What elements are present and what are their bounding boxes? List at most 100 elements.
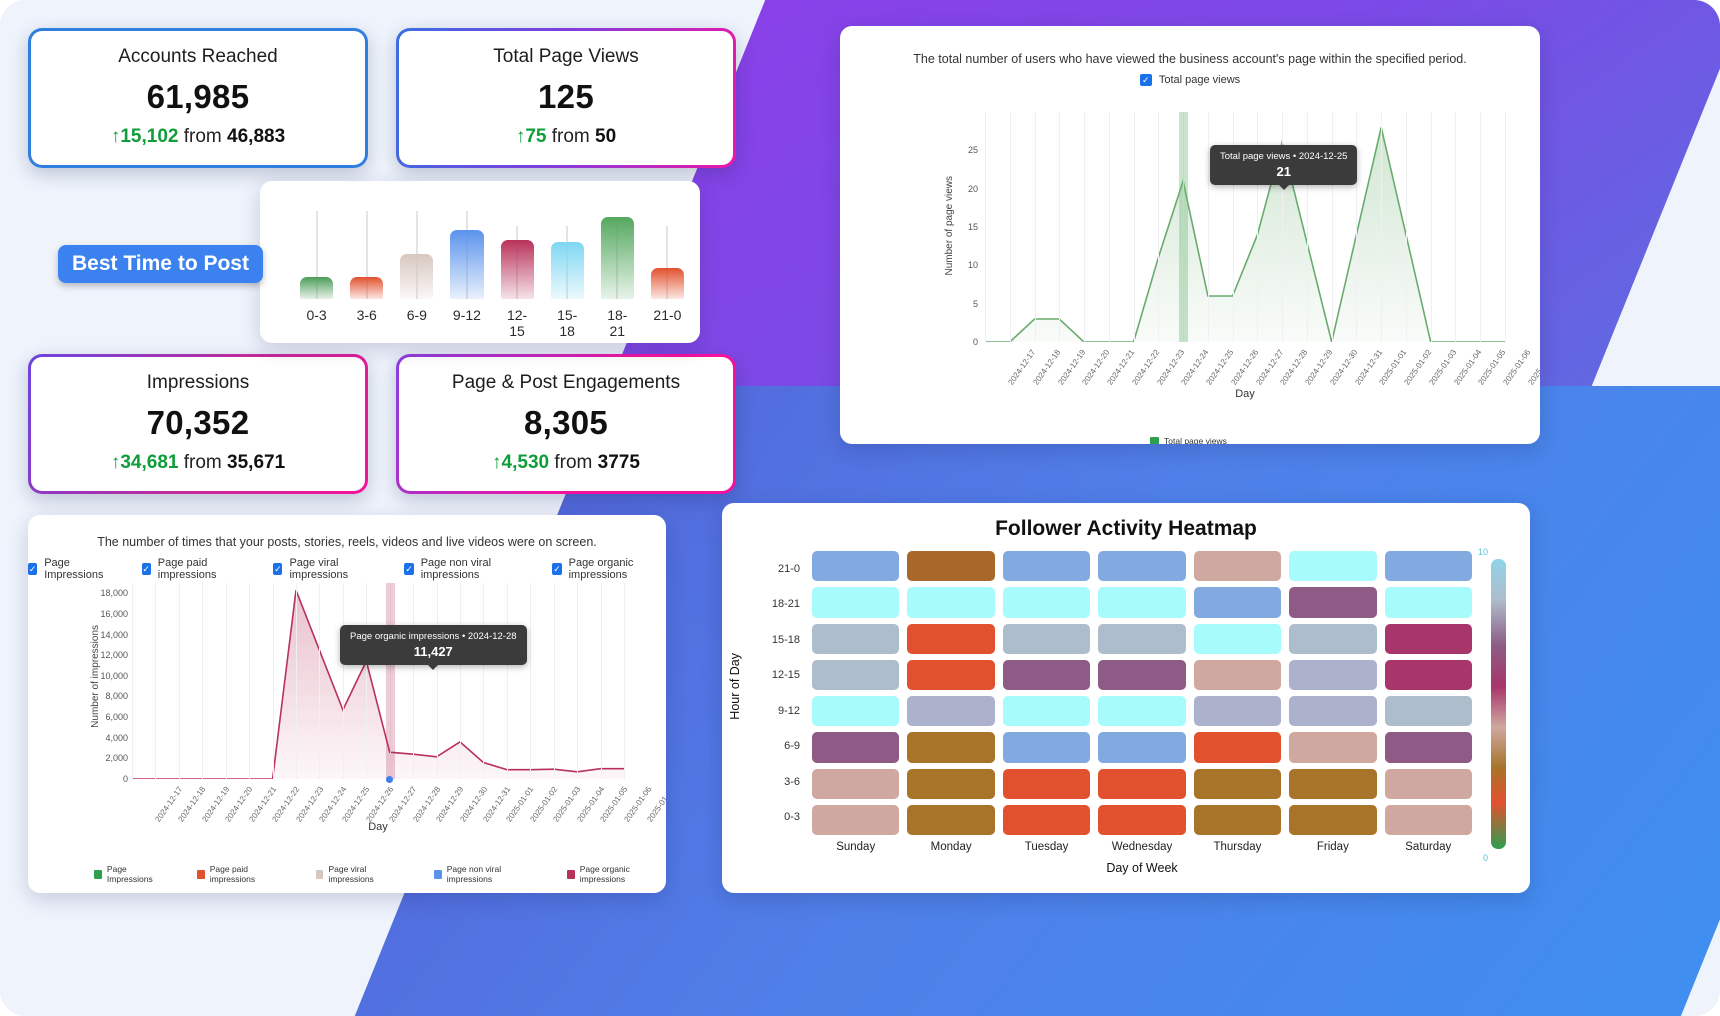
heatmap-cell[interactable] [1289,696,1377,727]
heatmap-cell[interactable] [812,768,900,799]
best-time-bar-column[interactable] [300,197,334,299]
heatmap-cell[interactable] [1098,587,1186,618]
checkbox-checked-icon[interactable]: ✓ [1139,74,1152,86]
legend-item[interactable]: Total page views [1150,436,1227,444]
heatmap-cell[interactable] [1384,623,1472,654]
best-time-bar[interactable] [600,217,634,299]
heatmap-cell[interactable] [1002,696,1091,727]
heatmap-row-label: 12-15 [771,669,800,682]
best-time-bar[interactable] [450,229,484,299]
best-time-bar[interactable] [650,268,684,299]
heatmap-cell[interactable] [1193,659,1282,690]
heatmap-cell[interactable] [1098,732,1186,763]
heatmap-cell[interactable] [812,623,900,654]
kpi-card-accounts-reached[interactable]: Accounts Reached 61,985 ↑15,102 from 46,… [28,28,368,168]
best-time-bar-column[interactable] [650,197,684,299]
heatmap-cell[interactable] [812,804,900,835]
heatmap-cell[interactable] [907,587,995,618]
checkbox-checked-icon[interactable]: ✓ [404,563,414,575]
heatmap-cell[interactable] [1384,551,1472,582]
best-time-bar[interactable] [500,239,534,299]
heatmap-cell[interactable] [1289,768,1377,799]
best-time-bar[interactable] [350,276,384,299]
impressions-checkbox[interactable]: ✓ Page paid impressions [141,557,244,581]
heatmap-cell[interactable] [907,551,995,582]
best-time-bar[interactable] [300,276,334,299]
heatmap-cell[interactable] [1289,623,1377,654]
heatmap-cell[interactable] [1002,587,1091,618]
heatmap-cell[interactable] [1098,804,1186,835]
trend-up-icon: ↑ [110,452,121,473]
best-time-bar-column[interactable] [500,197,534,299]
heatmap-cell[interactable] [1193,587,1282,618]
heatmap-cell[interactable] [812,659,900,690]
heatmap-cell[interactable] [1002,623,1091,654]
impressions-checkbox[interactable]: ✓ Page Impressions [28,557,112,581]
heatmap-cell[interactable] [1193,732,1282,763]
heatmap-cell[interactable] [1098,768,1186,799]
heatmap-cell[interactable] [1098,623,1186,654]
heatmap-cell[interactable] [812,732,900,763]
heatmap-cell[interactable] [1098,696,1186,727]
tooltip-head: Page organic impressions • 2024-12-28 [350,631,517,642]
heatmap-cell[interactable] [1384,732,1472,763]
heatmap-cell[interactable] [1002,659,1091,690]
heatmap-cell[interactable] [1384,804,1472,835]
heatmap-cell[interactable] [1384,696,1472,727]
heatmap-cell[interactable] [812,551,900,582]
kpi-card-page-post-engagements[interactable]: Page & Post Engagements 8,305 ↑4,530 fro… [396,354,736,494]
heatmap-cell[interactable] [907,659,995,690]
heatmap-cell[interactable] [907,804,995,835]
heatmap-cell[interactable] [1098,659,1186,690]
legend-item[interactable]: Page paid impressions [196,864,286,884]
heatmap-cell[interactable] [907,623,995,654]
best-time-bar-column[interactable] [450,197,484,299]
heatmap-cell[interactable] [1193,623,1282,654]
best-time-bar-column[interactable] [350,197,384,299]
heatmap-cell[interactable] [1002,732,1091,763]
best-time-bar-column[interactable] [600,197,634,299]
kpi-card-total-page-views[interactable]: Total Page Views 125 ↑75 from 50 [396,28,736,168]
legend-item[interactable]: Page viral impressions [315,864,404,884]
best-time-bars [300,197,684,299]
heatmap-cell[interactable] [907,696,995,727]
heatmap-cell[interactable] [907,732,995,763]
heatmap-cell[interactable] [1289,659,1377,690]
best-time-bar[interactable] [550,241,584,299]
best-time-bar-column[interactable] [400,197,434,299]
checkbox-checked-icon[interactable]: ✓ [273,563,283,575]
heatmap-cell[interactable] [1289,732,1377,763]
heatmap-cell[interactable] [907,768,995,799]
legend-item[interactable]: Page organic impressions [566,864,666,884]
checkbox-checked-icon[interactable]: ✓ [141,563,151,575]
heatmap-cell[interactable] [1193,696,1282,727]
heatmap-cell[interactable] [1384,659,1472,690]
heatmap-cell[interactable] [1193,551,1282,582]
kpi-card-impressions[interactable]: Impressions 70,352 ↑34,681 from 35,671 [28,354,368,494]
heatmap-cell[interactable] [1098,551,1186,582]
impressions-checkbox[interactable]: ✓ Page non viral impressions [404,557,522,581]
impressions-checkbox[interactable]: ✓ Page viral impressions [273,557,374,581]
heatmap-cell[interactable] [1002,768,1091,799]
legend-item[interactable]: Page Impressions [94,864,167,884]
y-tick: 15 [967,222,978,232]
heatmap-cell[interactable] [812,696,900,727]
page-views-checkbox[interactable]: ✓ Total page views [1139,74,1240,86]
heatmap-cell[interactable] [812,587,900,618]
best-time-bar[interactable] [400,254,434,299]
checkbox-checked-icon[interactable]: ✓ [552,563,562,575]
heatmap-cell[interactable] [1193,804,1282,835]
impressions-checkbox[interactable]: ✓ Page organic impressions [552,557,666,581]
legend-item[interactable]: Page non viral impressions [433,864,537,884]
heatmap-cell[interactable] [1384,587,1472,618]
heatmap-cell[interactable] [1002,551,1091,582]
heatmap-row-label: 9-12 [777,704,800,717]
checkbox-checked-icon[interactable]: ✓ [28,563,38,575]
heatmap-cell[interactable] [1193,768,1282,799]
heatmap-cell[interactable] [1384,768,1472,799]
heatmap-cell[interactable] [1289,587,1377,618]
heatmap-cell[interactable] [1289,551,1377,582]
heatmap-cell[interactable] [1289,804,1377,835]
best-time-bar-column[interactable] [550,197,584,299]
heatmap-cell[interactable] [1002,804,1091,835]
